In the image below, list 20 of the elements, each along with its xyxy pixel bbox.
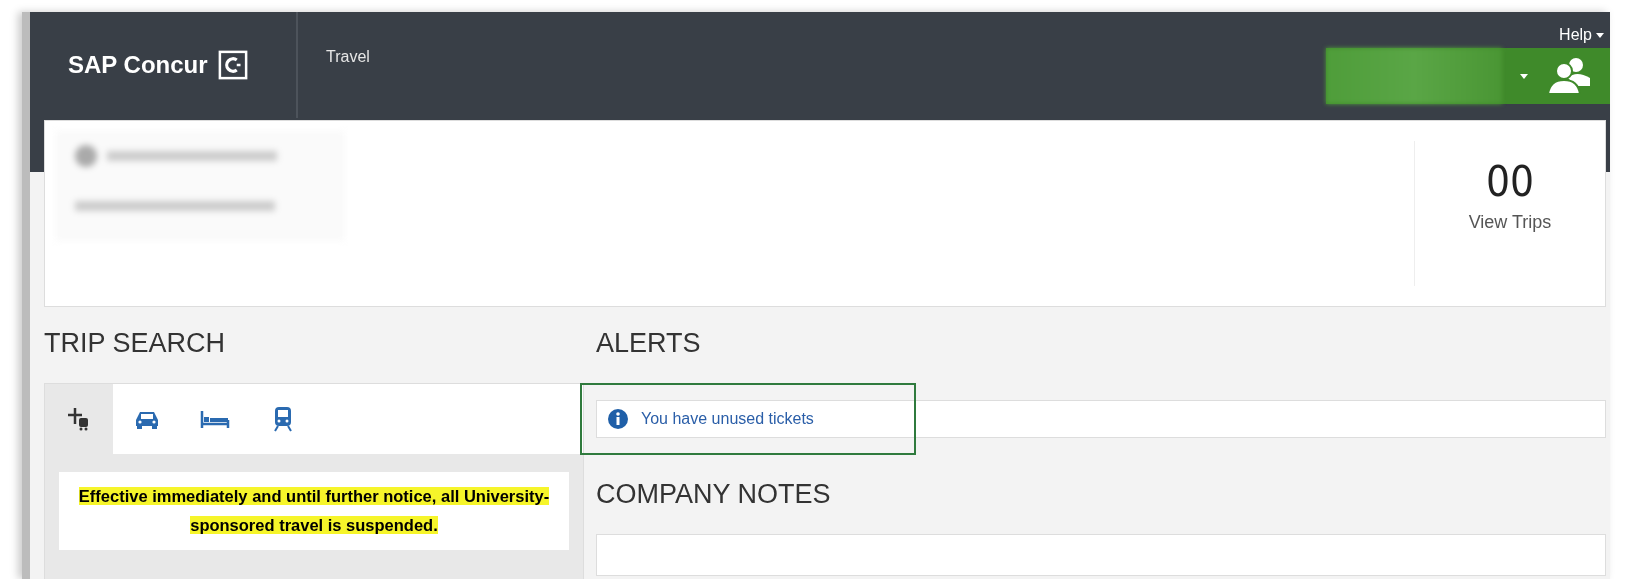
trip-count: 00 [1485,157,1535,206]
bed-icon [199,408,231,430]
alert-item[interactable]: You have unused tickets [596,400,1606,438]
logo-text[interactable]: SAP Concur [68,51,208,79]
caret-icon [1596,32,1604,38]
info-icon [607,408,629,430]
caret-icon [1520,73,1528,79]
notice-text: Effective immediately and until further notice, all University-sponsored travel is suspended. [77,486,551,536]
section-title: TRIP SEARCH [44,328,227,359]
users-icon [1546,56,1592,96]
flight-tab[interactable] [45,384,113,454]
help-menu[interactable]: Help [1559,12,1610,48]
section-title: COMPANY NOTES [596,479,832,510]
nav-tab[interactable]: Travel [326,48,370,65]
section-title: ALERTS [596,328,702,359]
logo-icon [217,50,248,80]
train-icon [272,405,294,433]
view-trips-link[interactable]: View Trips [1468,212,1552,233]
user-menu[interactable] [1326,48,1610,104]
alert-text[interactable]: You have unused tickets [641,410,814,428]
